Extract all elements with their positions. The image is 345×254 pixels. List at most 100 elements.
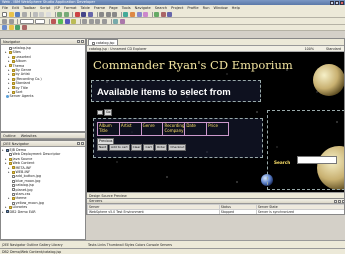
style-dropdown[interactable]	[19, 18, 34, 24]
table-row[interactable]: WebSphere v5.0 Test Environment Stopped Se…	[87, 209, 344, 214]
folder-icon	[11, 73, 15, 77]
j2ee-close-button[interactable]	[81, 142, 84, 145]
undo-icon[interactable]	[57, 11, 63, 17]
file-icon	[11, 188, 15, 192]
image-icon[interactable]	[130, 11, 135, 17]
print-icon[interactable]	[21, 11, 27, 17]
stop-server-icon[interactable]	[338, 200, 341, 203]
menu-navigate[interactable]: Navigate	[135, 6, 151, 10]
column-insert-icon[interactable]	[95, 18, 101, 24]
menu-help[interactable]: Help	[232, 6, 240, 10]
save-icon[interactable]	[15, 11, 21, 17]
order-button[interactable]: Add to cart	[109, 144, 130, 151]
perspective-java-icon[interactable]	[8, 25, 14, 30]
search-icon[interactable]	[167, 11, 173, 17]
color-icon[interactable]	[51, 18, 57, 24]
underline-icon[interactable]	[88, 11, 94, 17]
redo-icon[interactable]	[63, 11, 69, 17]
perspective-debug-icon[interactable]	[21, 25, 27, 30]
menu-file[interactable]: File	[2, 6, 8, 10]
search-input[interactable]	[297, 156, 337, 164]
column-header: Date	[185, 123, 208, 135]
perspective-server-icon[interactable]	[15, 25, 21, 30]
form-icon[interactable]	[143, 11, 149, 17]
menu-table[interactable]: Table	[81, 6, 90, 10]
copy-icon[interactable]	[39, 11, 45, 17]
italic-icon[interactable]	[81, 11, 87, 17]
menu-tools[interactable]: Tools	[122, 6, 131, 10]
indent-icon[interactable]	[64, 18, 70, 24]
file-icon	[11, 183, 15, 187]
folder-icon	[11, 55, 15, 59]
table-insert-icon[interactable]	[82, 18, 88, 24]
highlight-icon[interactable]	[57, 18, 63, 24]
menu-page[interactable]: Page	[109, 6, 118, 10]
bold-icon[interactable]	[74, 11, 80, 17]
outdent-icon[interactable]	[71, 18, 77, 24]
align-center-icon[interactable]	[105, 11, 111, 17]
run-icon[interactable]	[154, 11, 160, 17]
grid-icon[interactable]	[113, 18, 119, 24]
order-button[interactable]: Next	[97, 144, 108, 151]
available-heading: Available items to select from	[97, 87, 231, 98]
folder-icon	[11, 90, 15, 94]
font-dropdown[interactable]	[35, 18, 46, 24]
left-view-tabs[interactable]: J2EE Navigator Outline Gallery Library	[0, 240, 86, 248]
menu-window[interactable]: Window	[214, 6, 228, 10]
start-server-icon[interactable]	[334, 200, 337, 203]
menu-search[interactable]: Search	[155, 6, 167, 10]
new-file-icon[interactable]	[2, 11, 7, 17]
tree-item[interactable]: Server Agents	[2, 94, 85, 98]
menu-edit[interactable]: Edit	[12, 6, 19, 10]
minimize-button[interactable]	[330, 0, 334, 5]
cut-icon[interactable]	[32, 11, 38, 17]
status-text: DB2 Demo/Web Content/catalog.jsp	[2, 250, 62, 254]
file-icon	[11, 175, 15, 179]
order-button[interactable]: Clear	[130, 144, 143, 151]
align-right-icon[interactable]	[112, 11, 118, 17]
close-button[interactable]	[340, 0, 344, 5]
outline-subtitle: Websites	[20, 134, 37, 138]
menu-frame[interactable]: Frame	[94, 6, 105, 10]
status-bar: DB2 Demo/Web Content/catalog.jsp	[0, 248, 345, 254]
table-icon[interactable]	[136, 11, 142, 17]
row-insert-icon[interactable]	[88, 18, 94, 24]
debug-icon[interactable]	[160, 11, 166, 17]
ruler-icon[interactable]	[119, 18, 125, 24]
merge-cells-icon[interactable]	[102, 18, 108, 24]
editor-tab-catalog[interactable]: catalog.jsp	[88, 39, 119, 45]
menu-format[interactable]: Format	[64, 6, 77, 10]
servers-panel: Servers Server Status Server State WebSphe…	[87, 198, 344, 214]
menu-script[interactable]: Script	[40, 6, 50, 10]
expand-toggle-icon[interactable]: ▸	[8, 170, 11, 174]
expand-toggle-icon[interactable]: ▸	[5, 205, 8, 209]
menu-profile[interactable]: Profile	[187, 6, 198, 10]
expand-toggle-icon[interactable]: ▸	[2, 148, 5, 152]
j2ee-minimize-button[interactable]	[77, 142, 80, 145]
paste-icon[interactable]	[46, 11, 52, 17]
forward-icon[interactable]	[8, 18, 14, 24]
menu-jsp[interactable]: JSP	[54, 6, 60, 10]
expand-toggle-icon[interactable]: ▸	[8, 59, 11, 63]
expand-toggle-icon[interactable]: ▸	[8, 196, 11, 200]
bottom-view-tabs[interactable]: Tasks Links Thumbnail Styles Colors Cons…	[86, 240, 345, 248]
navigator-minimize-button[interactable]	[77, 40, 80, 43]
open-folder-icon[interactable]	[8, 11, 14, 17]
tree-item[interactable]: ▸ DB2 Demo EAR	[2, 210, 85, 214]
order-button[interactable]: Order	[154, 144, 168, 151]
maximize-button[interactable]	[335, 0, 339, 5]
link-icon[interactable]	[123, 11, 129, 17]
filter-select[interactable]	[97, 110, 103, 115]
menu-project[interactable]: Project	[171, 6, 183, 10]
order-button[interactable]: Cart	[143, 144, 154, 151]
menu-run[interactable]: Run	[203, 6, 210, 10]
order-button[interactable]: Checkout	[168, 144, 187, 151]
design-canvas[interactable]: Commander Ryan's CD Emporium Available i…	[87, 52, 344, 192]
menu-toolbar[interactable]: Toolbar	[23, 6, 36, 10]
back-icon[interactable]	[2, 18, 7, 24]
expand-toggle-icon[interactable]: ▸	[2, 210, 5, 214]
go-button[interactable]: Go	[104, 109, 113, 116]
align-left-icon[interactable]	[99, 11, 105, 17]
navigator-close-button[interactable]	[81, 40, 84, 43]
perspective-web-icon[interactable]	[2, 25, 7, 30]
